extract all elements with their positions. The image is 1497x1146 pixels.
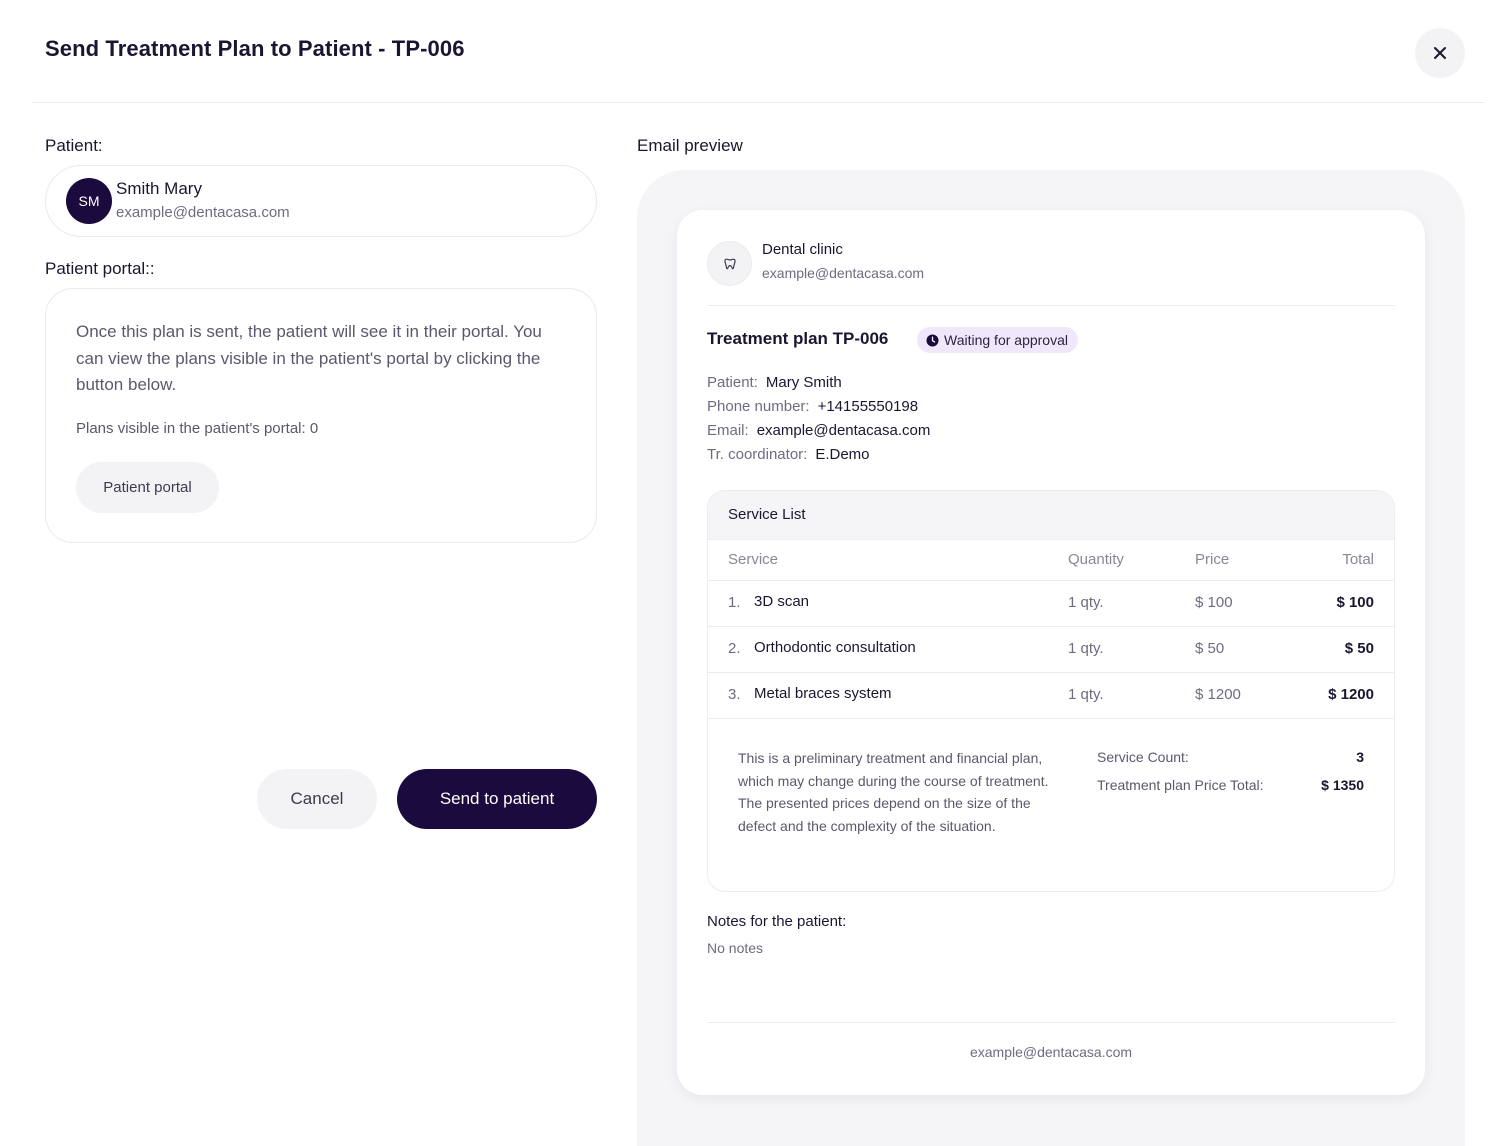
info-key: Email:: [707, 422, 749, 439]
info-value: E.Demo: [815, 446, 870, 463]
column-header-service: Service: [728, 551, 779, 568]
dialog-header: Send Treatment Plan to Patient - TP-006: [0, 0, 1497, 104]
patient-portal-label: Patient portal::: [45, 259, 155, 278]
dialog-title: Send Treatment Plan to Patient - TP-006: [45, 36, 465, 61]
info-patient: Patient: Mary Smith: [707, 374, 842, 391]
status-label: Waiting for approval: [944, 332, 1068, 348]
price-total-label: Treatment plan Price Total:: [1097, 777, 1264, 793]
patient-name: Smith Mary: [116, 179, 202, 198]
disclaimer-text: This is a preliminary treatment and fina…: [738, 750, 1049, 834]
service-count-label: Service Count:: [1097, 749, 1189, 765]
notes-value: No notes: [707, 940, 764, 956]
portal-visible-count: Plans visible in the patient's portal: 0: [76, 420, 319, 437]
patient-email: example@dentacasa.com: [116, 204, 290, 221]
info-value: example@dentacasa.com: [756, 422, 931, 439]
patient-card: SM Smith Mary example@dentacasa.com: [45, 165, 597, 237]
service-count-value: 3: [1356, 749, 1364, 765]
column-header-total: Total: [1342, 551, 1374, 568]
price-total-value: $ 1350: [1321, 777, 1364, 793]
close-button[interactable]: [1415, 28, 1465, 78]
row-number: 1.: [728, 594, 741, 611]
service-total: $ 50: [1344, 640, 1374, 657]
column-header-quantity: Quantity: [1068, 551, 1124, 568]
row-number: 2.: [728, 640, 741, 657]
info-value: +14155550198: [817, 398, 919, 415]
service-name: Metal braces system: [754, 685, 892, 702]
service-price: $ 50: [1195, 640, 1225, 657]
clinic-name: Dental clinic: [762, 241, 843, 258]
row-divider: [708, 718, 1394, 719]
avatar: SM: [66, 178, 112, 224]
service-quantity: 1 qty.: [1068, 594, 1104, 611]
notes-label: Notes for the patient:: [707, 913, 847, 930]
patient-portal-card: Once this plan is sent, the patient will…: [45, 288, 597, 543]
info-email: Email: example@dentacasa.com: [707, 422, 930, 439]
send-to-patient-button[interactable]: Send to patient: [397, 769, 597, 829]
service-name: Orthodontic consultation: [754, 639, 916, 656]
footer-divider: [707, 1022, 1395, 1023]
service-quantity: 1 qty.: [1068, 686, 1104, 703]
patient-portal-button[interactable]: Patient portal: [76, 462, 219, 513]
clinic-divider: [707, 305, 1395, 306]
service-list: Service List Service Quantity Price Tota…: [707, 490, 1395, 892]
row-divider: [708, 672, 1394, 673]
clock-icon: [926, 334, 939, 346]
clinic-logo: [707, 241, 752, 286]
close-icon: [1434, 47, 1446, 59]
row-divider: [708, 580, 1394, 581]
info-key: Tr. coordinator:: [707, 446, 808, 463]
info-value: Mary Smith: [765, 374, 842, 391]
portal-description: Once this plan is sent, the patient will…: [76, 322, 542, 394]
email-preview-label: Email preview: [637, 136, 743, 155]
info-coordinator: Tr. coordinator: E.Demo: [707, 446, 870, 463]
patient-label: Patient:: [45, 136, 103, 155]
plan-title: Treatment plan TP-006: [707, 329, 889, 348]
footer-email: example@dentacasa.com: [969, 1044, 1133, 1060]
service-total: $ 100: [1336, 594, 1374, 611]
tooth-icon: [723, 258, 736, 269]
clinic-email: example@dentacasa.com: [762, 265, 925, 281]
header-divider: [32, 102, 1485, 103]
service-price: $ 1200: [1195, 686, 1241, 703]
service-name: 3D scan: [754, 593, 810, 610]
service-list-title: Service List: [728, 506, 806, 523]
column-header-price: Price: [1195, 551, 1230, 568]
info-key: Phone number:: [707, 398, 810, 415]
info-phone: Phone number: +14155550198: [707, 398, 918, 415]
service-total: $ 1200: [1328, 686, 1374, 703]
cancel-button[interactable]: Cancel: [257, 769, 377, 829]
row-divider: [708, 626, 1394, 627]
email-preview-panel: Dental clinic example@dentacasa.com Trea…: [637, 170, 1465, 1146]
info-key: Patient:: [707, 374, 758, 391]
service-quantity: 1 qty.: [1068, 640, 1104, 657]
email-preview-card: Dental clinic example@dentacasa.com Trea…: [677, 210, 1425, 1095]
row-number: 3.: [728, 686, 741, 703]
status-badge: Waiting for approval: [917, 327, 1078, 353]
service-price: $ 100: [1195, 594, 1233, 611]
service-list-header: Service List: [708, 491, 1394, 540]
